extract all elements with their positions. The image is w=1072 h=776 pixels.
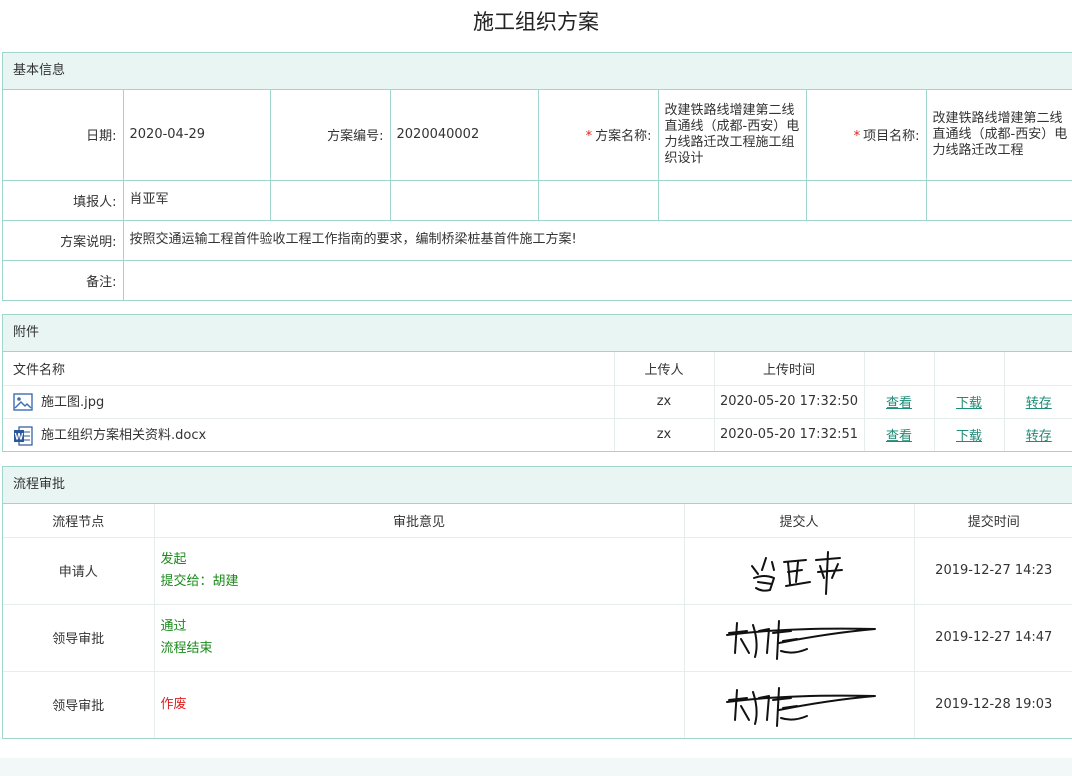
- column-header-submitter: 提交人: [683, 504, 914, 537]
- file-name-cell: 施工图.jpg: [3, 384, 614, 418]
- project-name-label: * 项目名称:: [805, 90, 927, 181]
- attachments-table: 文件名称 上传人 上传时间 施工图.jpg zx 2020-05-20 17:3…: [3, 352, 1072, 451]
- file-name-cell: W 施工组织方案相关资料.docx: [3, 417, 614, 451]
- workflow-row: 领导审批 作废 2019-12-28 19:03: [3, 670, 1072, 738]
- remark-value: [122, 259, 1072, 300]
- view-cell: 查看: [863, 384, 934, 418]
- required-mark: *: [585, 129, 593, 145]
- upload-time-cell: 2020-05-20 17:32:51: [713, 417, 864, 451]
- signature-image: [726, 619, 876, 660]
- column-header-submit-time: 提交时间: [913, 504, 1072, 537]
- node-cell: 领导审批: [3, 670, 154, 738]
- empty-header-cell: [863, 352, 934, 385]
- column-header-file-name: 文件名称: [13, 362, 66, 378]
- download-link[interactable]: 下载: [956, 396, 982, 411]
- opinion-action: 作废: [160, 696, 187, 712]
- workflow-row: 领导审批 通过 流程结束 2019-12-27 14:47: [3, 603, 1072, 671]
- uploader-cell: zx: [613, 384, 714, 418]
- date-value: 2020-04-29: [122, 90, 271, 181]
- download-link[interactable]: 下载: [956, 429, 982, 444]
- view-cell: 查看: [863, 417, 934, 451]
- file-name: 施工图.jpg: [41, 394, 105, 410]
- attachment-row: W 施工组织方案相关资料.docx zx 2020-05-20 17:32:51…: [3, 417, 1072, 451]
- transfer-link[interactable]: 转存: [1026, 429, 1052, 444]
- workflow-panel: 流程审批 流程节点 审批意见 提交人 提交时间 申请人 发起 提交给：胡建 20…: [2, 466, 1072, 739]
- signature-image: [726, 686, 876, 727]
- column-header-node: 流程节点: [52, 514, 105, 530]
- download-cell: 下载: [933, 417, 1004, 451]
- filler-value: 肖亚军: [122, 179, 271, 221]
- upload-time-cell: 2020-05-20 17:32:50: [713, 384, 864, 418]
- workflow-table: 流程节点 审批意见 提交人 提交时间 申请人 发起 提交给：胡建 2019-12…: [3, 504, 1072, 738]
- column-header-opinion: 审批意见: [153, 504, 684, 537]
- submit-time-cell: 2019-12-28 19:03: [913, 670, 1072, 738]
- workflow-row: 申请人 发起 提交给：胡建 2019-12-27 14:23: [3, 536, 1072, 604]
- filler-label: 填报人:: [3, 179, 124, 221]
- description-label: 方案说明:: [3, 219, 124, 261]
- empty-header-cell: [1003, 352, 1072, 385]
- empty-cell: [269, 179, 391, 221]
- empty-cell: [657, 179, 807, 221]
- empty-cell: [389, 179, 539, 221]
- file-name: 施工组织方案相关资料.docx: [41, 428, 207, 443]
- plan-name-value: 改建铁路线增建第二线直通线（成都-西安）电力线路迁改工程施工组织设计: [657, 90, 807, 181]
- description-value: 按照交通运输工程首件验收工程工作指南的要求，编制桥梁桩基首件施工方案!: [122, 219, 1072, 261]
- submit-time-cell: 2019-12-27 14:47: [913, 603, 1072, 671]
- empty-header-cell: [933, 352, 1004, 385]
- date-label: 日期:: [3, 90, 124, 181]
- image-file-icon: [13, 393, 33, 411]
- footer-bar: [0, 758, 1072, 776]
- node-cell: 领导审批: [3, 603, 154, 671]
- node-cell: 申请人: [3, 536, 154, 604]
- plan-name-label-text: 方案名称:: [595, 129, 652, 145]
- submitter-cell: [683, 670, 914, 738]
- submitter-cell: [683, 536, 914, 604]
- transfer-cell: 转存: [1003, 384, 1072, 418]
- empty-cell: [537, 179, 659, 221]
- attachments-panel: 附件 文件名称 上传人 上传时间 施工图.jpg zx 2020-05-20 1…: [2, 314, 1072, 452]
- project-name-value: 改建铁路线增建第二线直通线（成都-西安）电力线路迁改工程: [925, 90, 1072, 181]
- signature-image: [751, 550, 843, 595]
- transfer-cell: 转存: [1003, 417, 1072, 451]
- word-file-icon: W: [14, 425, 33, 446]
- opinion-action: 发起: [160, 551, 187, 567]
- svg-text:W: W: [15, 431, 24, 441]
- view-link[interactable]: 查看: [886, 396, 912, 411]
- opinion-detail: 提交给：胡建: [160, 573, 239, 589]
- opinion-action: 通过: [160, 618, 187, 634]
- opinion-detail: 流程结束: [160, 640, 213, 656]
- basic-info-panel: 基本信息 日期: 2020-04-29 方案编号: 2020040002 * 方案…: [2, 52, 1072, 301]
- opinion-cell: 发起 提交给：胡建: [153, 536, 684, 604]
- empty-cell: [925, 179, 1072, 221]
- workflow-header: 流程审批: [3, 467, 1072, 504]
- column-header-upload-time: 上传时间: [713, 352, 864, 385]
- transfer-link[interactable]: 转存: [1026, 396, 1052, 411]
- plan-code-value: 2020040002: [389, 90, 539, 181]
- opinion-cell: 通过 流程结束: [153, 603, 684, 671]
- uploader-cell: zx: [613, 417, 714, 451]
- basic-info-header: 基本信息: [3, 53, 1072, 90]
- submitter-cell: [683, 603, 914, 671]
- attachment-row: 施工图.jpg zx 2020-05-20 17:32:50 查看 下载 转存: [3, 384, 1072, 418]
- basic-info-table: 日期: 2020-04-29 方案编号: 2020040002 * 方案名称: 改…: [3, 90, 1072, 300]
- opinion-cell: 作废: [153, 670, 684, 738]
- download-cell: 下载: [933, 384, 1004, 418]
- page-title: 施工组织方案: [473, 10, 599, 34]
- project-name-label-text: 项目名称:: [863, 129, 920, 145]
- remark-label: 备注:: [3, 259, 124, 300]
- plan-name-label: * 方案名称:: [537, 90, 659, 181]
- plan-code-label: 方案编号:: [269, 90, 391, 181]
- empty-cell: [805, 179, 927, 221]
- view-link[interactable]: 查看: [886, 429, 912, 444]
- submit-time-cell: 2019-12-27 14:23: [913, 536, 1072, 604]
- column-header-uploader: 上传人: [613, 352, 714, 385]
- required-mark: *: [853, 129, 861, 145]
- attachments-header: 附件: [3, 315, 1072, 352]
